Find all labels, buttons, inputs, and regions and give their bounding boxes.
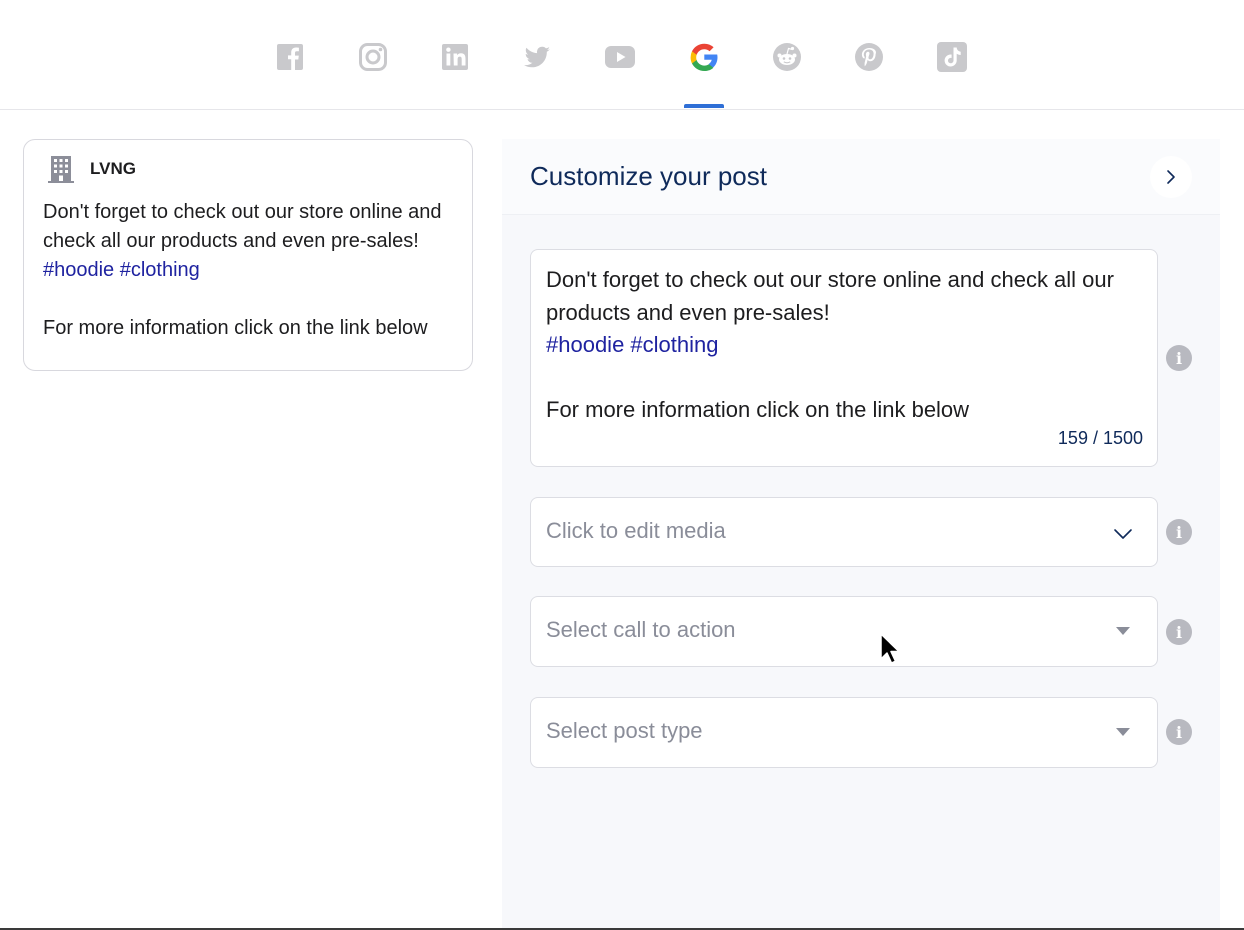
post-text-hashtags: #hoodie #clothing (546, 332, 719, 357)
call-to-action-select[interactable]: Select call to action (530, 596, 1158, 667)
twitter-tab[interactable] (517, 37, 557, 77)
linkedin-tab[interactable] (435, 37, 475, 77)
facebook-icon (277, 44, 303, 70)
active-tab-indicator (684, 104, 724, 108)
post-text-main: Don't forget to check out our store onli… (546, 267, 1114, 325)
call-to-action-placeholder: Select call to action (546, 617, 736, 642)
google-tab[interactable] (684, 37, 724, 77)
account-name: LVNG (90, 159, 136, 178)
youtube-tab[interactable] (600, 37, 640, 77)
linkedin-icon (442, 44, 468, 70)
post-type-placeholder: Select post type (546, 718, 703, 743)
customize-header: Customize your post (502, 139, 1220, 215)
reddit-icon (773, 43, 801, 71)
preview-hashtags: #hoodie #clothing (43, 259, 200, 281)
info-icon[interactable]: i (1166, 519, 1192, 545)
caret-down-icon (1116, 627, 1130, 635)
tiktok-icon (937, 42, 967, 72)
instagram-icon (359, 43, 387, 71)
preview-text-footer: For more information click on the link b… (43, 317, 428, 339)
preview-header: LVNG (46, 154, 136, 184)
character-counter: 159 / 1500 (1057, 428, 1143, 448)
post-text-content[interactable]: Don't forget to check out our store onli… (546, 264, 1146, 427)
preview-text-main: Don't forget to check out our store onli… (43, 201, 442, 252)
edit-media-placeholder: Click to edit media (546, 518, 726, 543)
youtube-icon (605, 46, 635, 68)
tiktok-tab[interactable] (932, 37, 972, 77)
post-type-select[interactable]: Select post type (530, 697, 1158, 768)
preview-text: Don't forget to check out our store onli… (43, 198, 463, 343)
pinterest-tab[interactable] (849, 37, 889, 77)
instagram-tab[interactable] (353, 37, 393, 77)
post-text-editor[interactable]: Don't forget to check out our store onli… (530, 249, 1158, 467)
network-tab-bar (0, 0, 1244, 110)
google-icon (690, 43, 718, 72)
post-preview-card: LVNG Don't forget to check out our store… (23, 139, 473, 371)
info-icon[interactable]: i (1166, 619, 1192, 645)
info-icon[interactable]: i (1166, 345, 1192, 371)
chevron-right-icon (1167, 170, 1175, 184)
caret-down-icon (1116, 728, 1130, 736)
building-icon (48, 156, 74, 183)
post-text-footer: For more information click on the link b… (546, 397, 970, 422)
info-icon[interactable]: i (1166, 719, 1192, 745)
chevron-down-icon (1114, 529, 1132, 539)
customize-title: Customize your post (530, 161, 767, 191)
pinterest-icon (855, 43, 883, 71)
customize-panel: Customize your post Don't forget to chec… (502, 139, 1220, 930)
edit-media-dropdown[interactable]: Click to edit media (530, 497, 1158, 567)
facebook-tab[interactable] (270, 37, 310, 77)
collapse-panel-button[interactable] (1150, 156, 1192, 198)
twitter-icon (524, 46, 550, 68)
reddit-tab[interactable] (767, 37, 807, 77)
